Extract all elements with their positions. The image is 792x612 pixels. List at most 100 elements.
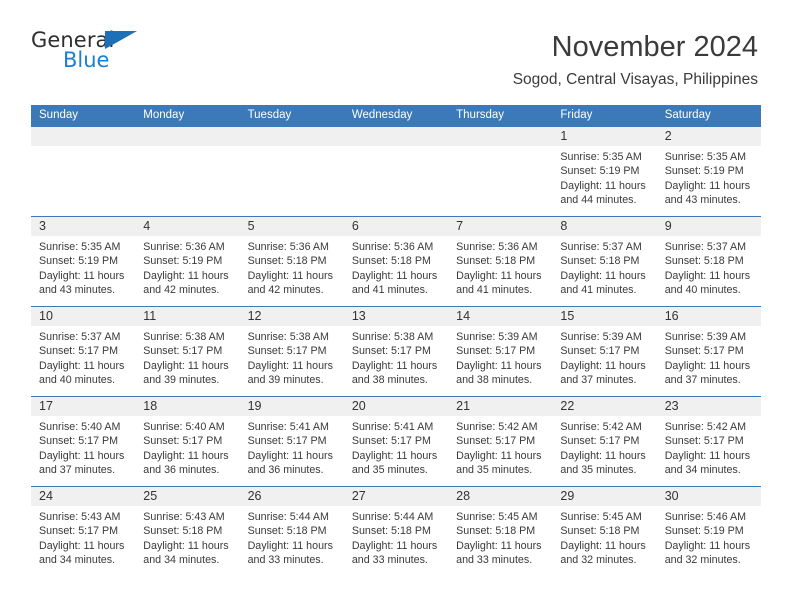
- day-detail-line: Sunrise: 5:35 AM: [560, 151, 642, 163]
- day-number: 26: [247, 489, 262, 503]
- day-number: 22: [560, 399, 575, 413]
- weekday-header-row: Sunday Monday Tuesday Wednesday Thursday Frid…: [31, 105, 761, 126]
- day-detail-line: Daylight: 11 hours: [247, 539, 333, 552]
- day-number-band: 19: [239, 397, 344, 416]
- day-detail-line: and 38 minutes.: [351, 374, 428, 387]
- day-cell-18[interactable]: 18 Sunrise: 5:40 AM Sunset: 5:17 PM Dayligh…: [135, 396, 240, 486]
- location-subtitle: Sogod, Central Visayas, Philippines: [512, 71, 758, 88]
- day-details: Sunrise: 5:42 AM Sunset: 5:17 PM Daylight:…: [448, 416, 552, 478]
- day-cell-20[interactable]: 20 Sunrise: 5:41 AM Sunset: 5:17 PM Dayligh…: [343, 396, 449, 486]
- day-cell-30[interactable]: 30 Sunrise: 5:46 AM Sunset: 5:19 PM Dayligh…: [656, 486, 761, 576]
- day-detail-line: Daylight: 11 hours: [456, 449, 542, 462]
- day-number-band: 16: [656, 307, 761, 326]
- day-details: Sunrise: 5:43 AM Sunset: 5:18 PM Daylight:…: [135, 506, 239, 568]
- day-cell-26[interactable]: 26 Sunrise: 5:44 AM Sunset: 5:18 PM Dayligh…: [239, 486, 344, 576]
- day-cell-13[interactable]: 13 Sunrise: 5:38 AM Sunset: 5:17 PM Dayligh…: [343, 306, 449, 396]
- day-detail-line: Sunrise: 5:37 AM: [664, 241, 747, 253]
- day-detail-line: and 39 minutes.: [143, 374, 220, 387]
- day-number-band: [135, 127, 240, 146]
- day-number: 19: [247, 399, 262, 413]
- day-detail-line: and 40 minutes.: [664, 284, 741, 297]
- day-cell-3[interactable]: 3 Sunrise: 5:35 AM Sunset: 5:19 PM Daylight…: [31, 216, 136, 306]
- day-number: 7: [456, 219, 464, 233]
- day-cell-25[interactable]: 25 Sunrise: 5:43 AM Sunset: 5:18 PM Dayligh…: [135, 486, 240, 576]
- triangle-icon: [105, 31, 137, 49]
- day-cell-29[interactable]: 29 Sunrise: 5:45 AM Sunset: 5:18 PM Dayligh…: [552, 486, 657, 576]
- day-number-band: 5: [239, 217, 344, 236]
- day-cell-15[interactable]: 15 Sunrise: 5:39 AM Sunset: 5:17 PM Dayligh…: [552, 306, 657, 396]
- calendar-week-row: 3 Sunrise: 5:35 AM Sunset: 5:19 PM Daylight…: [31, 216, 761, 306]
- day-cell-7[interactable]: 7 Sunrise: 5:36 AM Sunset: 5:18 PM Daylight…: [448, 216, 553, 306]
- day-number: 3: [39, 219, 46, 233]
- day-cell-19[interactable]: 19 Sunrise: 5:41 AM Sunset: 5:17 PM Dayligh…: [239, 396, 344, 486]
- day-number: 8: [560, 219, 568, 233]
- day-detail-line: Sunset: 5:17 PM: [351, 435, 431, 448]
- day-detail-line: Sunset: 5:17 PM: [143, 345, 223, 358]
- day-details: Sunrise: 5:45 AM Sunset: 5:18 PM Daylight:…: [552, 506, 656, 568]
- day-detail-line: Daylight: 11 hours: [143, 539, 229, 552]
- day-details: Sunrise: 5:45 AM Sunset: 5:18 PM Daylight:…: [448, 506, 552, 568]
- day-cell-empty: [448, 126, 553, 216]
- day-detail-line: Sunrise: 5:35 AM: [664, 151, 747, 163]
- day-number: 21: [456, 399, 471, 413]
- general-blue-logo[interactable]: General Blue: [31, 28, 151, 74]
- day-detail-line: and 41 minutes.: [351, 284, 428, 297]
- weekday-header-sunday: Sunday: [39, 109, 79, 121]
- day-cell-21[interactable]: 21 Sunrise: 5:42 AM Sunset: 5:17 PM Dayligh…: [448, 396, 553, 486]
- day-number: 6: [351, 219, 359, 233]
- day-cell-2[interactable]: 2 Sunrise: 5:35 AM Sunset: 5:19 PM Daylight…: [656, 126, 761, 216]
- day-number-band: 1: [552, 127, 657, 146]
- day-detail-line: Sunrise: 5:37 AM: [560, 241, 642, 253]
- day-number: 2: [664, 129, 672, 143]
- day-cell-10[interactable]: 10 Sunrise: 5:37 AM Sunset: 5:17 PM Dayligh…: [31, 306, 136, 396]
- day-cell-27[interactable]: 27 Sunrise: 5:44 AM Sunset: 5:18 PM Dayligh…: [343, 486, 449, 576]
- day-number: 11: [143, 309, 157, 323]
- day-details: Sunrise: 5:37 AM Sunset: 5:18 PM Daylight:…: [552, 236, 656, 298]
- day-cell-9[interactable]: 9 Sunrise: 5:37 AM Sunset: 5:18 PM Daylight…: [656, 216, 761, 306]
- day-detail-line: Sunset: 5:18 PM: [351, 525, 431, 538]
- day-detail-line: Sunrise: 5:39 AM: [664, 331, 747, 343]
- day-cell-16[interactable]: 16 Sunrise: 5:39 AM Sunset: 5:17 PM Dayligh…: [656, 306, 761, 396]
- day-detail-line: Sunrise: 5:45 AM: [456, 511, 538, 523]
- day-cell-14[interactable]: 14 Sunrise: 5:39 AM Sunset: 5:17 PM Dayligh…: [448, 306, 553, 396]
- day-cell-17[interactable]: 17 Sunrise: 5:40 AM Sunset: 5:17 PM Dayligh…: [31, 396, 136, 486]
- day-cell-23[interactable]: 23 Sunrise: 5:42 AM Sunset: 5:17 PM Dayligh…: [656, 396, 761, 486]
- day-number: 17: [39, 399, 53, 413]
- day-detail-line: Daylight: 11 hours: [247, 449, 333, 462]
- day-cell-5[interactable]: 5 Sunrise: 5:36 AM Sunset: 5:18 PM Daylight…: [239, 216, 344, 306]
- day-cell-28[interactable]: 28 Sunrise: 5:45 AM Sunset: 5:18 PM Dayligh…: [448, 486, 553, 576]
- calendar-week-row: 1 Sunrise: 5:35 AM Sunset: 5:19 PM Daylight…: [31, 126, 761, 216]
- day-number: 27: [351, 489, 366, 503]
- day-cell-22[interactable]: 22 Sunrise: 5:42 AM Sunset: 5:17 PM Dayligh…: [552, 396, 657, 486]
- calendar-weeks: 1 Sunrise: 5:35 AM Sunset: 5:19 PM Daylight…: [31, 126, 761, 576]
- day-cell-6[interactable]: 6 Sunrise: 5:36 AM Sunset: 5:18 PM Daylight…: [343, 216, 449, 306]
- day-detail-line: Sunset: 5:17 PM: [39, 525, 119, 538]
- weekday-header-friday: Friday: [560, 109, 593, 121]
- day-details: Sunrise: 5:42 AM Sunset: 5:17 PM Daylight:…: [552, 416, 656, 478]
- day-detail-line: and 36 minutes.: [247, 464, 324, 477]
- weekday-header-tuesday: Tuesday: [247, 109, 292, 121]
- day-detail-line: Sunrise: 5:39 AM: [560, 331, 642, 343]
- day-details: Sunrise: 5:36 AM Sunset: 5:18 PM Daylight:…: [240, 236, 344, 298]
- calendar-page: General Blue November 2024 Sogod, Centra…: [0, 0, 792, 612]
- day-detail-line: Sunset: 5:19 PM: [664, 525, 744, 538]
- day-cell-4[interactable]: 4 Sunrise: 5:36 AM Sunset: 5:19 PM Daylight…: [135, 216, 240, 306]
- day-cell-1[interactable]: 1 Sunrise: 5:35 AM Sunset: 5:19 PM Daylight…: [552, 126, 657, 216]
- day-detail-line: Sunset: 5:17 PM: [456, 345, 536, 358]
- day-number: 30: [664, 489, 679, 503]
- day-number-band: [343, 127, 449, 146]
- day-detail-line: Sunrise: 5:35 AM: [39, 241, 121, 253]
- day-detail-line: Sunrise: 5:45 AM: [560, 511, 642, 523]
- day-number: 4: [143, 219, 151, 233]
- day-number-band: 21: [448, 397, 553, 416]
- day-details: Sunrise: 5:41 AM Sunset: 5:17 PM Daylight:…: [344, 416, 448, 478]
- day-cell-24[interactable]: 24 Sunrise: 5:43 AM Sunset: 5:17 PM Dayligh…: [31, 486, 136, 576]
- day-number: 20: [351, 399, 366, 413]
- day-details: Sunrise: 5:39 AM Sunset: 5:17 PM Daylight:…: [552, 326, 656, 388]
- day-cell-8[interactable]: 8 Sunrise: 5:37 AM Sunset: 5:18 PM Daylight…: [552, 216, 657, 306]
- page-header: General Blue November 2024 Sogod, Centra…: [0, 0, 792, 88]
- day-cell-empty: [31, 126, 136, 216]
- day-cell-11[interactable]: 11 Sunrise: 5:38 AM Sunset: 5:17 PM Dayligh…: [135, 306, 240, 396]
- day-cell-12[interactable]: 12 Sunrise: 5:38 AM Sunset: 5:17 PM Dayligh…: [239, 306, 344, 396]
- day-detail-line: and 38 minutes.: [456, 374, 533, 387]
